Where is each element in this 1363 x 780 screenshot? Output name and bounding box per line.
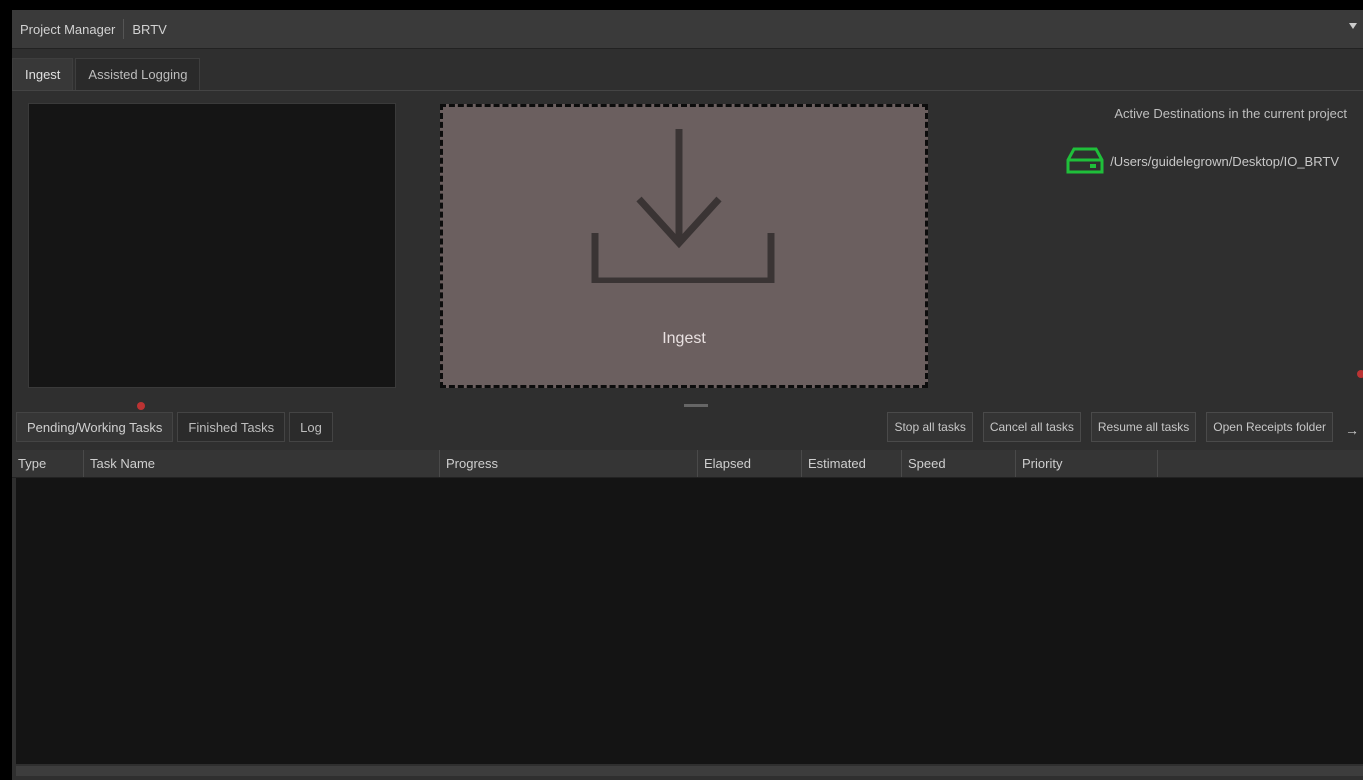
column-progress[interactable]: Progress bbox=[440, 450, 698, 477]
horizontal-scrollbar[interactable] bbox=[16, 766, 1363, 776]
column-type[interactable]: Type bbox=[12, 450, 84, 477]
column-estimated[interactable]: Estimated bbox=[802, 450, 902, 477]
video-preview bbox=[28, 103, 396, 388]
project-name[interactable]: BRTV bbox=[132, 22, 166, 37]
arrow-right-icon[interactable]: → bbox=[1345, 422, 1359, 438]
divider bbox=[123, 19, 125, 39]
destination-path: /Users/guidelegrown/Desktop/IO_BRTV bbox=[1110, 153, 1339, 169]
cancel-all-tasks-button[interactable]: Cancel all tasks bbox=[982, 412, 1081, 442]
ingest-drop-zone[interactable]: Ingest bbox=[440, 104, 928, 388]
column-priority[interactable]: Priority bbox=[1016, 450, 1158, 477]
task-actions: Stop all tasks Cancel all tasks Resume a… bbox=[877, 412, 1333, 442]
tab-pending-working-tasks[interactable]: Pending/Working Tasks bbox=[16, 412, 174, 442]
tab-ingest[interactable]: Ingest bbox=[12, 58, 74, 90]
app-window: Project Manager BRTV Ingest Assisted Log… bbox=[12, 10, 1363, 780]
status-dot bbox=[137, 402, 145, 410]
chevron-down-icon[interactable] bbox=[1349, 23, 1357, 29]
task-tabs: Pending/Working Tasks Finished Tasks Log bbox=[16, 412, 337, 444]
column-elapsed[interactable]: Elapsed bbox=[698, 450, 802, 477]
project-manager-label: Project Manager bbox=[20, 21, 116, 37]
drive-icon bbox=[1066, 147, 1104, 174]
project-bar: Project Manager BRTV bbox=[12, 10, 1363, 49]
ingest-label: Ingest bbox=[662, 330, 706, 347]
splitter-handle[interactable] bbox=[684, 404, 708, 407]
column-speed[interactable]: Speed bbox=[902, 450, 1016, 477]
resume-all-tasks-button[interactable]: Resume all tasks bbox=[1090, 412, 1197, 442]
main-tabs: Ingest Assisted Logging bbox=[12, 56, 202, 90]
task-table-body bbox=[16, 478, 1363, 764]
task-table-header: Type Task Name Progress Elapsed Estimate… bbox=[12, 450, 1363, 478]
tab-finished-tasks[interactable]: Finished Tasks bbox=[177, 412, 286, 442]
destinations-title: Active Destinations in the current proje… bbox=[1114, 106, 1347, 121]
download-icon bbox=[591, 129, 775, 283]
tab-assisted-logging[interactable]: Assisted Logging bbox=[75, 58, 201, 90]
tab-log[interactable]: Log bbox=[289, 412, 333, 442]
column-task-name[interactable]: Task Name bbox=[84, 450, 440, 477]
divider bbox=[12, 90, 1363, 91]
stop-all-tasks-button[interactable]: Stop all tasks bbox=[887, 412, 973, 442]
status-dot bbox=[1357, 370, 1363, 378]
destination-item[interactable]: /Users/guidelegrown/Desktop/IO_BRTV bbox=[1066, 146, 1339, 176]
open-receipts-folder-button[interactable]: Open Receipts folder bbox=[1206, 412, 1333, 442]
